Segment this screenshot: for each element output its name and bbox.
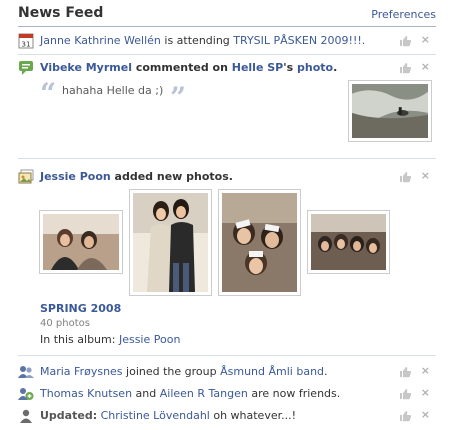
story-controls: × (398, 60, 430, 75)
svg-text:31: 31 (22, 41, 31, 49)
story-controls: × (398, 33, 430, 48)
album-in-label: In this album: (40, 333, 119, 346)
close-quote-icon: ” (170, 81, 187, 114)
story-controls: × (398, 169, 430, 184)
story-divider (18, 158, 436, 159)
story-divider (18, 355, 436, 356)
album-owner-link[interactable]: Jessie Poon (119, 333, 180, 346)
thumbs-up-icon[interactable] (398, 61, 412, 75)
album-owner-line: In this album: Jessie Poon (40, 333, 180, 346)
photos-icon (18, 169, 34, 185)
actor-link[interactable]: Vibeke Myrmel (40, 61, 132, 74)
actor-link[interactable]: Jessie Poon (40, 170, 111, 183)
story-verb: is attending (160, 34, 234, 47)
thumbs-up-icon[interactable] (398, 387, 412, 401)
album-photo-thumbnail[interactable] (218, 189, 301, 296)
story-text: Vibeke Myrmel commented on Helle SP's ph… (40, 61, 337, 75)
remove-story-button[interactable]: × (421, 60, 430, 73)
thumbs-up-icon[interactable] (398, 170, 412, 184)
friends-icon (18, 386, 34, 402)
commented-photo-thumbnail[interactable] (348, 80, 432, 142)
comment-icon (18, 60, 34, 76)
story-verb: commented on (131, 61, 232, 74)
album-photo-thumbnail[interactable] (129, 189, 212, 296)
album-photo-thumbnail[interactable] (39, 210, 123, 274)
header-divider (18, 26, 436, 27)
story-text: Janne Kathrine Wellén is attending TRYSI… (40, 34, 365, 48)
story-divider (18, 54, 436, 55)
story-suffix: 's (283, 61, 297, 74)
actor-link[interactable]: Aileen R Tangen (160, 387, 248, 400)
story-text: Updated: Christine Lövendahl oh whatever… (40, 409, 296, 423)
profile-update-icon (18, 408, 34, 424)
remove-story-button[interactable]: × (421, 364, 430, 377)
comment-text: hahaha Helle da ;) (62, 84, 164, 97)
remove-story-button[interactable]: × (421, 169, 430, 182)
status-text: oh whatever...! (209, 409, 297, 422)
feed-story-photos: Jessie Poon added new photos. × (18, 169, 436, 185)
album-title-link[interactable]: SPRING 2008 (40, 302, 121, 315)
story-verb: joined the group (122, 365, 221, 378)
preferences-link[interactable]: Preferences (371, 8, 436, 21)
photo-link[interactable]: photo (297, 61, 333, 74)
story-text: Thomas Knutsen and Aileen R Tangen are n… (40, 387, 340, 401)
feed-story-event: 31 Janne Kathrine Wellén is attending TR… (18, 33, 436, 49)
event-link[interactable]: TRYSIL PÅSKEN 2009!!!. (233, 34, 365, 47)
remove-story-button[interactable]: × (421, 33, 430, 46)
group-link[interactable]: Åsmund Åmli band (220, 365, 324, 378)
remove-story-button[interactable]: × (421, 386, 430, 399)
open-quote-icon: “ (40, 77, 57, 110)
group-icon (18, 364, 34, 380)
thumbs-up-icon[interactable] (398, 365, 412, 379)
feed-story-group: Maria Frøysnes joined the group Åsmund Å… (18, 364, 436, 380)
actor-link[interactable]: Thomas Knutsen (40, 387, 132, 400)
calendar-icon: 31 (18, 33, 34, 49)
actor-link[interactable]: Janne Kathrine Wellén (40, 34, 161, 47)
story-verb: added new photos. (110, 170, 233, 183)
thumbs-up-icon[interactable] (398, 34, 412, 48)
story-controls: × (398, 386, 430, 401)
actor-link[interactable]: Christine Lövendahl (101, 409, 210, 422)
story-and: and (132, 387, 160, 400)
page-title: News Feed (18, 5, 104, 21)
actor-link[interactable]: Maria Frøysnes (40, 365, 123, 378)
remove-story-button[interactable]: × (421, 408, 430, 421)
album-photo-count: 40 photos (40, 318, 90, 329)
story-verb: are now friends. (247, 387, 341, 400)
feed-story-update: Updated: Christine Lövendahl oh whatever… (18, 408, 436, 424)
story-controls: × (398, 408, 430, 423)
story-text: Maria Frøysnes joined the group Åsmund Å… (40, 365, 328, 379)
feed-story-friends: Thomas Knutsen and Aileen R Tangen are n… (18, 386, 436, 402)
thumbs-up-icon[interactable] (398, 409, 412, 423)
album-photo-thumbnail[interactable] (307, 210, 390, 274)
story-text: Jessie Poon added new photos. (40, 170, 233, 184)
target-link[interactable]: Helle SP (232, 61, 283, 74)
story-controls: × (398, 364, 430, 379)
news-feed-header: News Feed Preferences (18, 4, 436, 24)
story-end: . (324, 365, 328, 378)
updated-label: Updated: (40, 409, 98, 422)
story-end: . (333, 61, 338, 74)
